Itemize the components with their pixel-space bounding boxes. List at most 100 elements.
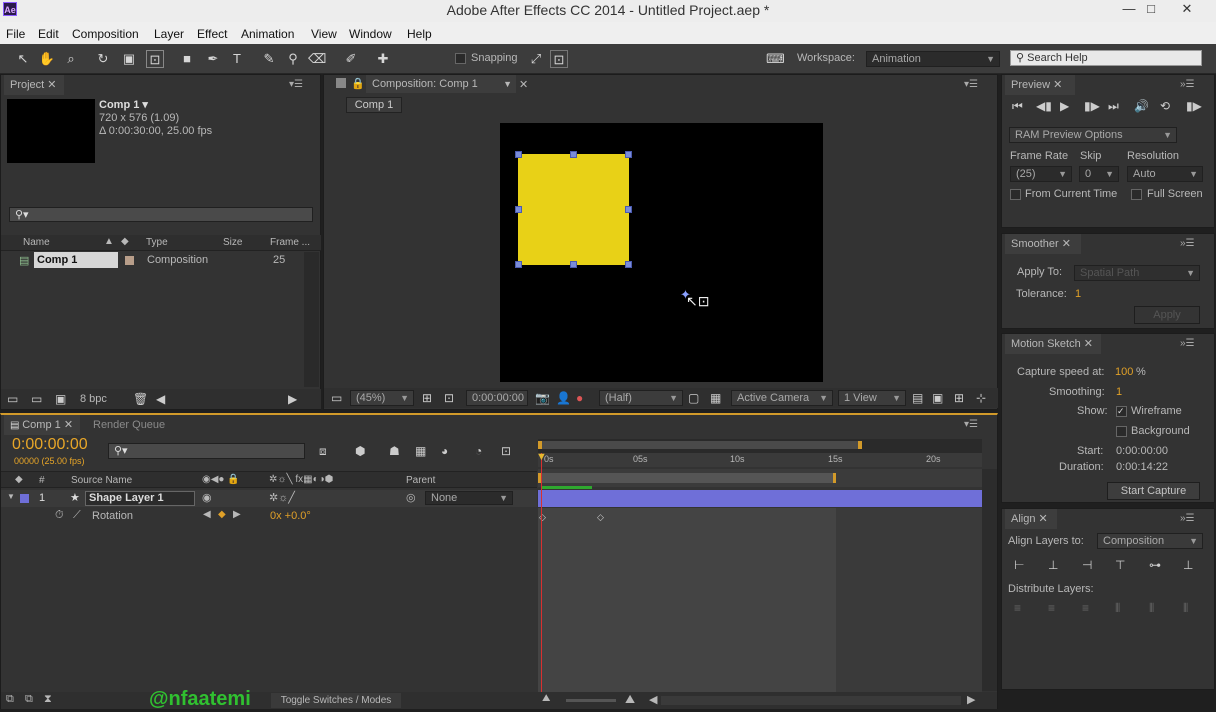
smoothing-value[interactable]: 1: [1116, 386, 1122, 398]
layer-label-color[interactable]: [20, 494, 29, 503]
new-composition-icon[interactable]: ▣: [55, 392, 66, 406]
menu-view[interactable]: View: [311, 27, 337, 41]
layer-name[interactable]: Shape Layer 1: [85, 491, 195, 506]
shape-layer-solid[interactable]: [518, 154, 629, 265]
scroll-left-icon[interactable]: ◀: [156, 392, 165, 406]
zoom-out-icon[interactable]: ⛰: [542, 693, 550, 704]
collapse-switch-icon[interactable]: ✲☼╱: [269, 491, 295, 504]
panel-menu-icon[interactable]: ▾☰: [964, 79, 978, 90]
apply-button[interactable]: Apply: [1134, 306, 1200, 324]
maximize-button[interactable]: □: [1136, 0, 1166, 20]
project-row[interactable]: ▤ Comp 1 Composition 25: [1, 252, 304, 269]
tab-comp-timeline[interactable]: ▤ Comp 1 ✕: [4, 415, 80, 435]
graph-editor-icon[interactable]: ⊡: [501, 444, 511, 458]
align-right-icon[interactable]: ⊣: [1082, 558, 1092, 572]
region-of-interest-icon[interactable]: ▢: [688, 391, 699, 405]
ram-preview-icon[interactable]: ▮▶: [1186, 99, 1202, 113]
play-icon[interactable]: ▶: [1060, 99, 1069, 113]
toggle-switches-modes-button[interactable]: Toggle Switches / Modes: [271, 693, 401, 708]
roto-brush-tool-icon[interactable]: ✐: [342, 50, 360, 68]
previous-frame-icon[interactable]: ◀▮: [1036, 99, 1052, 113]
resolution-dropdown[interactable]: (Half) ▼: [599, 390, 683, 406]
color-channels-icon[interactable]: ●: [576, 391, 583, 405]
comp-viewer-canvas[interactable]: ✦ ↖⊡: [500, 123, 823, 382]
distribute-right-icon[interactable]: ⦀: [1183, 601, 1188, 616]
current-time[interactable]: 0:00:00:00: [12, 436, 88, 454]
time-navigator[interactable]: 0s 05s 10s 15s 20s: [538, 439, 982, 467]
loop-icon[interactable]: ⟲: [1160, 99, 1170, 113]
work-area-range[interactable]: [538, 473, 836, 483]
transform-handle[interactable]: [515, 261, 522, 268]
distribute-top-icon[interactable]: ≡: [1014, 601, 1021, 615]
parent-dropdown[interactable]: None ▼: [425, 491, 513, 505]
workspace-icon[interactable]: ⌨: [766, 50, 785, 68]
transparency-grid-icon[interactable]: ▦: [710, 391, 721, 405]
fast-previews-icon[interactable]: ▣: [932, 391, 943, 405]
panel-menu-icon[interactable]: »☰: [1180, 79, 1195, 90]
project-scrollbar[interactable]: [304, 252, 319, 387]
puppet-pin-tool-icon[interactable]: ✚: [374, 50, 392, 68]
wireframe-checkbox[interactable]: ✓: [1116, 406, 1127, 417]
column-name[interactable]: Name: [23, 237, 50, 248]
label-tag-icon[interactable]: ◆: [121, 236, 129, 247]
pen-tool-icon[interactable]: ✒: [204, 50, 222, 68]
distribute-left-icon[interactable]: ⦀: [1115, 601, 1120, 616]
timeline-scrollbar[interactable]: [982, 469, 997, 691]
tab-align[interactable]: Align ✕: [1005, 509, 1057, 529]
first-frame-icon[interactable]: ⏮: [1012, 99, 1023, 114]
align-left-icon[interactable]: ⊢: [1014, 558, 1024, 572]
menu-composition[interactable]: Composition: [72, 27, 139, 41]
rotation-property-row[interactable]: ⏱ ⟋ Rotation ◀ ◆ ▶ 0x +0.0°: [1, 508, 537, 525]
distribute-hcenter-icon[interactable]: ⦀: [1149, 601, 1154, 616]
pan-behind-tool-icon[interactable]: ⊡: [146, 50, 164, 68]
draft-3d-icon[interactable]: ⬢: [355, 444, 365, 458]
layer-duration-bar[interactable]: [538, 486, 982, 507]
workspace-dropdown[interactable]: Animation ▼: [866, 51, 1000, 67]
frame-rate-dropdown[interactable]: (25) ▼: [1010, 166, 1072, 182]
pickwhip-icon[interactable]: ◎: [406, 491, 416, 504]
menu-file[interactable]: File: [6, 27, 25, 41]
time-ruler[interactable]: 0s 05s 10s 15s 20s: [538, 453, 982, 467]
stopwatch-icon[interactable]: ⏱: [55, 509, 64, 522]
ram-preview-options-dropdown[interactable]: RAM Preview Options ▼: [1009, 127, 1177, 143]
motion-blur-icon[interactable]: ◕: [441, 444, 448, 458]
safe-margins-icon[interactable]: ⊡: [444, 391, 454, 405]
menu-window[interactable]: Window: [349, 27, 392, 41]
snapping-checkbox[interactable]: [455, 53, 466, 64]
transform-handle[interactable]: [625, 261, 632, 268]
search-help-input[interactable]: ⚲ Search Help: [1010, 50, 1202, 66]
column-frame[interactable]: Frame ...: [270, 237, 310, 248]
scroll-right-icon[interactable]: ▶: [967, 693, 975, 706]
column-type[interactable]: Type: [146, 237, 168, 248]
menu-edit[interactable]: Edit: [38, 27, 59, 41]
last-frame-icon[interactable]: ⏭: [1108, 99, 1119, 114]
composition-mini-flowchart-icon[interactable]: ⧈: [319, 444, 327, 459]
selection-tool-icon[interactable]: ↖: [14, 50, 32, 68]
transform-handle[interactable]: [570, 261, 577, 268]
clone-stamp-tool-icon[interactable]: ⚲: [284, 50, 302, 68]
timeline-search-input[interactable]: ⚲▾: [108, 443, 305, 459]
start-capture-button[interactable]: Start Capture: [1107, 482, 1200, 500]
add-keyframe-icon[interactable]: ◆: [218, 509, 226, 520]
toggle-pixel-aspect-icon[interactable]: ▤: [912, 391, 923, 405]
fit-icon[interactable]: ⊞: [422, 391, 432, 405]
snap-target-icon[interactable]: ⊡: [550, 50, 568, 68]
transform-handle[interactable]: [625, 206, 632, 213]
close-button[interactable]: ✕: [1172, 0, 1202, 20]
visibility-eye-icon[interactable]: ◉: [202, 491, 212, 504]
show-snapshot-icon[interactable]: 👤: [556, 391, 571, 405]
timeline-graph-area[interactable]: [538, 508, 836, 693]
distribute-bottom-icon[interactable]: ≡: [1082, 601, 1089, 615]
rotation-tool-icon[interactable]: ↻: [94, 50, 112, 68]
trash-icon[interactable]: 🗑: [133, 392, 148, 406]
timeline-icon[interactable]: ⊞: [954, 391, 964, 405]
project-search-input[interactable]: ⚲▾: [9, 207, 313, 222]
tab-project[interactable]: Project ✕: [4, 75, 64, 95]
time-navigator-range[interactable]: [538, 441, 862, 449]
tab-render-queue[interactable]: Render Queue: [93, 419, 165, 431]
flowchart-icon[interactable]: ⊹: [976, 391, 986, 405]
tab-preview[interactable]: Preview ✕: [1005, 75, 1075, 95]
menu-layer[interactable]: Layer: [154, 27, 184, 41]
eraser-tool-icon[interactable]: ⌫: [308, 50, 326, 68]
panel-menu-icon[interactable]: »☰: [1180, 338, 1195, 349]
